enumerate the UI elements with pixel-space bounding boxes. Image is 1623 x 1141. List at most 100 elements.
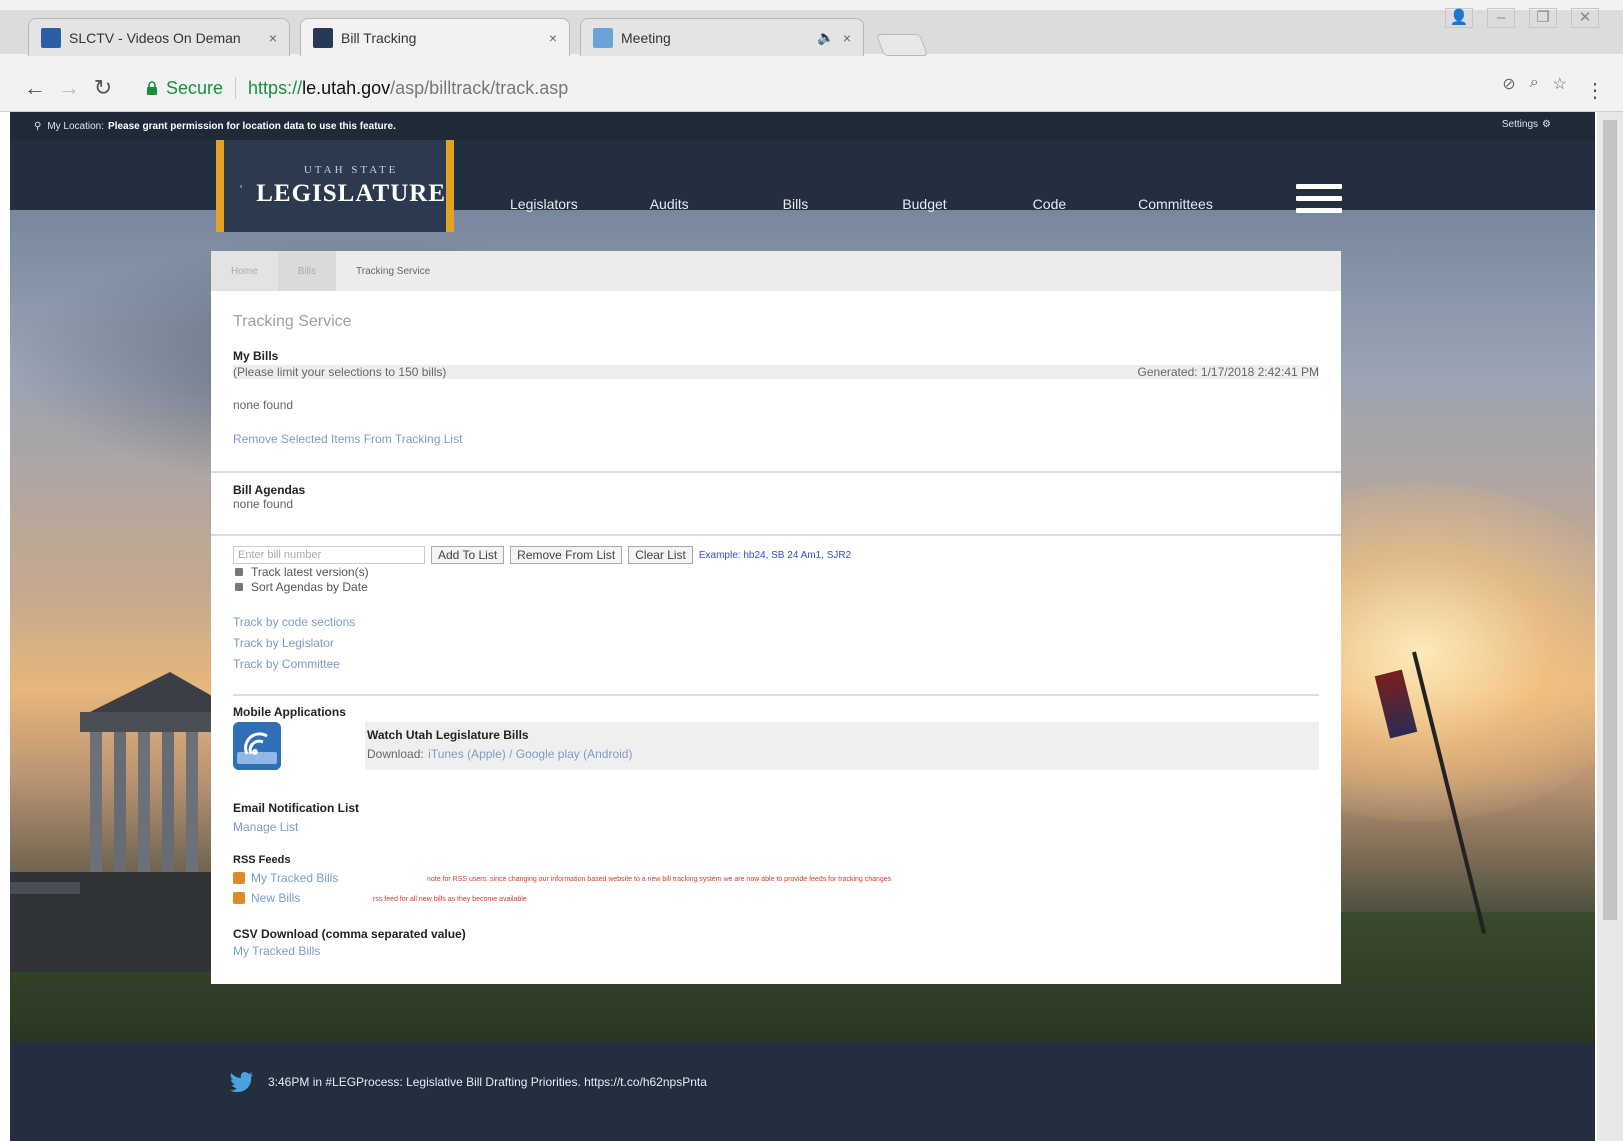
tab-meeting[interactable]: Meeting 🔈 × — [580, 18, 864, 56]
breadcrumb-current: Tracking Service — [336, 251, 451, 291]
tracking-panel: Home Bills Tracking Service Tracking Ser… — [211, 251, 1341, 984]
download-links[interactable]: iTunes (Apple) / Google play (Android) — [428, 747, 632, 761]
site-footer: 3:46PM in #LEGProcess: Legislative Bill … — [10, 1042, 1595, 1141]
tab-close-icon[interactable]: × — [843, 30, 851, 46]
my-bills-heading: My Bills — [233, 349, 279, 363]
track-by-committee-link[interactable]: Track by Committee — [233, 657, 340, 671]
example-text: Example: hb24, SB 24 Am1, SJR2 — [698, 549, 852, 561]
nav-bills[interactable]: Bills — [783, 196, 809, 212]
secure-indicator[interactable]: Secure — [146, 78, 223, 99]
tab-close-icon[interactable]: × — [269, 30, 277, 46]
breadcrumb-home[interactable]: Home — [211, 251, 278, 291]
app-info-box: Watch Utah Legislature Bills Download: i… — [365, 722, 1319, 770]
web-page: ⚲ My Location: Please grant permission f… — [10, 112, 1595, 1141]
tab-bill-tracking[interactable]: Bill Tracking × — [300, 18, 570, 56]
new-tab-button[interactable] — [875, 34, 929, 56]
nav-audits[interactable]: Audits — [650, 196, 689, 212]
zoom-icon[interactable]: ⌕ — [1530, 74, 1539, 94]
rss-new-bills[interactable]: New Bills — [233, 891, 300, 905]
limit-note: (Please limit your selections to 150 bil… — [233, 365, 447, 379]
logo-title: LEGISLATURE — [256, 180, 446, 207]
url-host: le.utah.gov — [302, 77, 391, 98]
tab-label: SLCTV - Videos On Deman — [69, 29, 241, 46]
page-scrollbar[interactable] — [1597, 112, 1623, 1141]
rss-note: note for RSS users: since changing our i… — [427, 876, 892, 883]
tweet-text[interactable]: 3:46PM in #LEGProcess: Legislative Bill … — [268, 1075, 707, 1089]
gear-icon: ⚙ — [1542, 119, 1551, 130]
twitter-bird-icon[interactable] — [230, 1072, 254, 1092]
rss-tracked-bills[interactable]: My Tracked Bills — [233, 871, 338, 885]
add-bill-row: Add To List Remove From List Clear List … — [233, 546, 851, 564]
app-name: Watch Utah Legislature Bills — [367, 728, 529, 742]
manage-list-link[interactable]: Manage List — [233, 820, 298, 834]
latest-tweet: 3:46PM in #LEGProcess: Legislative Bill … — [230, 1072, 707, 1092]
browser-menu-icon[interactable]: ⋮ — [1585, 78, 1605, 103]
url-path: /asp/billtrack/track.asp — [390, 77, 569, 98]
rss-feed-icon — [233, 872, 245, 884]
minimize-icon[interactable]: – — [1487, 8, 1515, 28]
remove-from-list-button[interactable]: Remove From List — [510, 546, 623, 564]
address-bar[interactable]: Secure https://le.utah.gov/asp/billtrack… — [146, 70, 1586, 106]
nav-budget[interactable]: Budget — [902, 196, 946, 212]
reload-icon[interactable]: ↻ — [86, 71, 120, 105]
nav-code[interactable]: Code — [1033, 196, 1066, 212]
bill-agendas-empty: none found — [233, 497, 294, 511]
checkbox[interactable] — [235, 583, 243, 591]
watch-bills-app-icon[interactable] — [233, 722, 281, 770]
sort-agendas-option[interactable]: Sort Agendas by Date — [235, 580, 368, 594]
remove-selected-link[interactable]: Remove Selected Items From Tracking List — [233, 432, 462, 446]
download-label: Download: — [367, 747, 424, 761]
tab-slctv[interactable]: SLCTV - Videos On Deman × — [28, 18, 290, 56]
restore-icon[interactable]: ❐ — [1529, 8, 1557, 28]
option-label: Sort Agendas by Date — [251, 580, 368, 594]
meeting-favicon-icon — [593, 27, 613, 48]
mobile-app-entry: Watch Utah Legislature Bills Download: i… — [233, 722, 1319, 770]
download-line: Download: iTunes (Apple) / Google play (… — [367, 745, 1317, 763]
settings-label: Settings — [1501, 119, 1539, 130]
location-label: My Location: — [47, 120, 105, 132]
email-heading: Email Notification List — [233, 801, 360, 815]
logo-subtitle: UTAH STATE — [303, 164, 399, 176]
settings-link[interactable]: Settings ⚙ — [1502, 119, 1551, 130]
slctv-favicon-icon — [41, 27, 61, 48]
track-by-code-link[interactable]: Track by code sections — [233, 615, 355, 629]
my-bills-header-bar: (Please limit your selections to 150 bil… — [233, 365, 1319, 379]
capitol-dome-icon — [240, 184, 243, 188]
tab-close-icon[interactable]: × — [549, 30, 557, 46]
legislature-logo[interactable]: UTAH STATE LEGISLATURE — [216, 140, 454, 232]
location-pin-icon: ⚲ — [34, 120, 42, 132]
page-title: Tracking Service — [233, 313, 352, 330]
bill-number-input[interactable] — [233, 546, 425, 564]
breadcrumb-bills[interactable]: Bills — [277, 251, 337, 291]
bill-agendas-heading: Bill Agendas — [233, 483, 306, 497]
location-message: Please grant permission for location dat… — [108, 120, 396, 132]
tab-label: Meeting — [621, 29, 671, 46]
add-to-list-button[interactable]: Add To List — [431, 546, 505, 564]
url-scheme: https:// — [248, 77, 303, 98]
nav-committees[interactable]: Committees — [1138, 196, 1213, 212]
rss-tracked-bills-link[interactable]: My Tracked Bills — [251, 871, 338, 885]
rss-new-bills-link[interactable]: New Bills — [251, 891, 300, 905]
lock-icon — [147, 81, 157, 95]
profile-icon[interactable]: 👤 — [1445, 8, 1473, 28]
option-label: Track latest version(s) — [251, 565, 369, 579]
clear-list-button[interactable]: Clear List — [628, 546, 693, 564]
section-divider — [233, 694, 1319, 696]
nav-legislators[interactable]: Legislators — [510, 196, 578, 212]
close-window-icon[interactable]: ✕ — [1571, 8, 1599, 28]
csv-heading: CSV Download (comma separated value) — [233, 927, 466, 941]
hamburger-menu-icon[interactable] — [1296, 184, 1342, 214]
location-info-bar: ⚲ My Location: Please grant permission f… — [10, 112, 1595, 140]
back-arrow-icon[interactable]: ← — [18, 71, 52, 105]
track-latest-option[interactable]: Track latest version(s) — [235, 565, 369, 579]
checkbox[interactable] — [235, 568, 243, 576]
forward-arrow-icon[interactable]: → — [52, 71, 86, 105]
csv-tracked-bills-link[interactable]: My Tracked Bills — [233, 944, 320, 958]
bookmark-star-icon[interactable]: ☆ — [1553, 74, 1567, 94]
tab-audio-icon[interactable]: 🔈 — [817, 29, 834, 46]
rss-note: rss feed for all new bills as they becom… — [373, 896, 527, 903]
track-by-legislator-link[interactable]: Track by Legislator — [233, 636, 334, 650]
omnibox-actions: ⊘ ⌕ ☆ — [1502, 74, 1567, 94]
scrollbar-thumb[interactable] — [1603, 120, 1617, 920]
location-blocked-icon[interactable]: ⊘ — [1502, 74, 1515, 94]
